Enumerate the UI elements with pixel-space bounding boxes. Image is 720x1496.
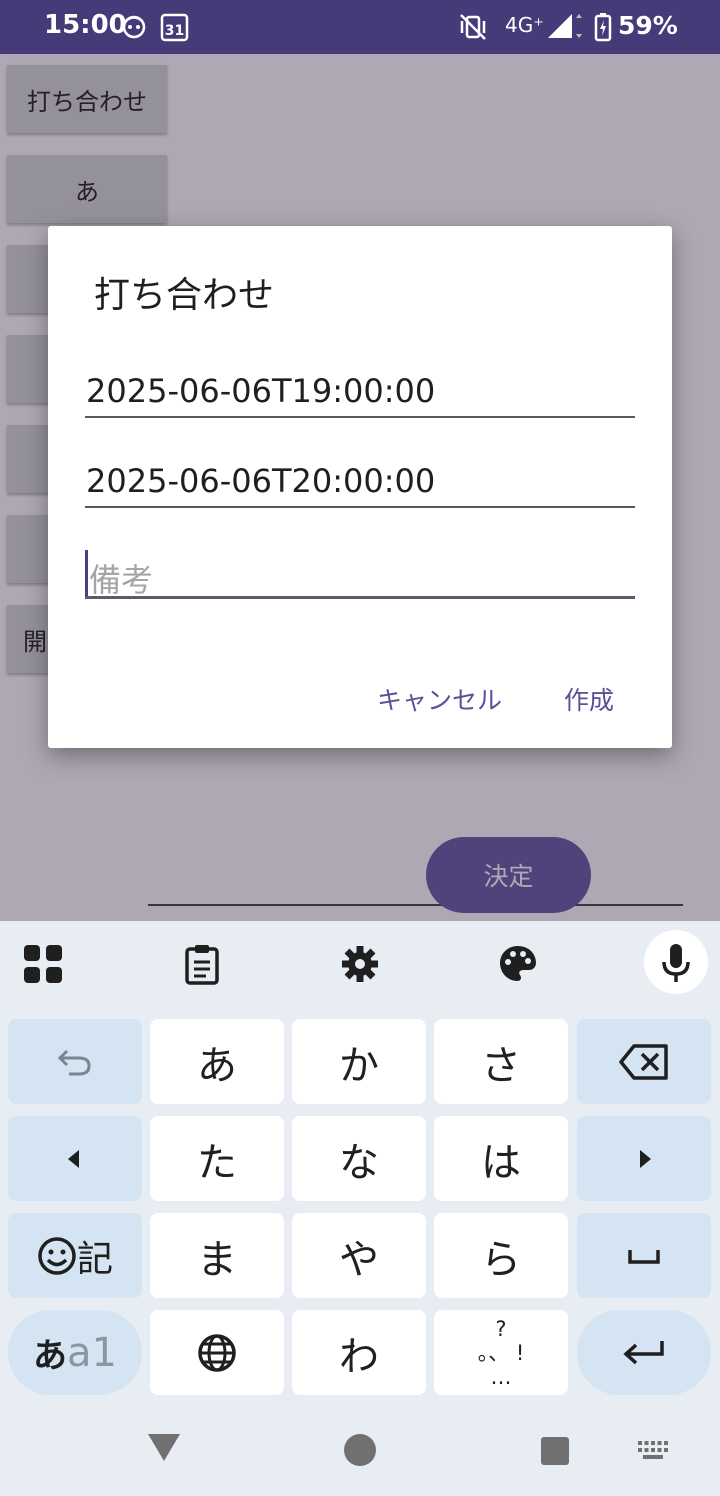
calendar-day: 31	[165, 23, 184, 39]
backspace-key[interactable]	[577, 1019, 711, 1104]
globe-icon	[198, 1333, 236, 1372]
arrow-left-icon	[68, 1149, 79, 1168]
enter-key[interactable]	[577, 1310, 711, 1395]
note-field[interactable]: 備考	[85, 544, 635, 599]
back-nav-icon[interactable]	[146, 1431, 182, 1467]
undo-icon	[57, 1049, 91, 1075]
backspace-icon	[619, 1043, 668, 1080]
home-nav-icon[interactable]	[343, 1433, 377, 1471]
calendar-icon: 31	[160, 12, 190, 46]
create-event-dialog: 打ち合わせ 2025-06-06T19:00:00 2025-06-06T20:…	[48, 226, 672, 748]
punct-question: ?	[495, 1316, 507, 1341]
voice-input-button[interactable]	[644, 930, 708, 994]
key-ma[interactable]: ま	[150, 1213, 284, 1298]
network-type: 4G⁺	[505, 13, 544, 37]
mode-kana: あ	[33, 1336, 68, 1376]
punct-marks: 。、 !	[477, 1340, 525, 1365]
end-datetime-field[interactable]: 2025-06-06T20:00:00	[85, 454, 635, 508]
key-wa[interactable]: わ	[292, 1310, 426, 1395]
clock: 15:00	[44, 10, 127, 40]
cancel-button[interactable]: キャンセル	[377, 681, 502, 717]
punct-ellipsis: …	[490, 1364, 512, 1389]
cursor-left-key[interactable]	[8, 1116, 142, 1201]
start-datetime-value: 2025-06-06T19:00:00	[86, 372, 436, 410]
key-ya[interactable]: や	[292, 1213, 426, 1298]
key-a[interactable]: あ	[150, 1019, 284, 1104]
symbol-label: 記	[76, 1238, 113, 1280]
theme-palette-icon[interactable]	[497, 943, 539, 985]
battery-charging-icon	[594, 12, 612, 46]
status-bar: 15:00 31 4G⁺ 59%	[0, 0, 720, 54]
clipboard-icon[interactable]	[182, 943, 224, 985]
emoji-symbol-key[interactable]: 記	[8, 1213, 142, 1298]
key-ha[interactable]: は	[434, 1116, 568, 1201]
language-key[interactable]	[150, 1310, 284, 1395]
cursor-right-key[interactable]	[577, 1116, 711, 1201]
space-icon	[628, 1249, 660, 1264]
vibrate-off-icon	[458, 12, 488, 46]
apps-grid-icon[interactable]	[22, 943, 64, 985]
recents-nav-icon[interactable]	[540, 1436, 570, 1470]
note-placeholder: 備考	[89, 561, 154, 599]
battery-percent: 59%	[618, 11, 678, 40]
key-sa[interactable]: さ	[434, 1019, 568, 1104]
keyboard-switch-icon[interactable]	[638, 1441, 668, 1465]
emoji-icon	[38, 1236, 76, 1275]
end-datetime-value: 2025-06-06T20:00:00	[86, 462, 436, 500]
start-datetime-field[interactable]: 2025-06-06T19:00:00	[85, 364, 635, 418]
key-ta[interactable]: た	[150, 1116, 284, 1201]
undo-key[interactable]	[8, 1019, 142, 1104]
settings-gear-icon[interactable]	[339, 943, 381, 985]
punctuation-key[interactable]: ? 。、 ! …	[434, 1310, 568, 1395]
dialog-title: 打ち合わせ	[94, 275, 275, 316]
text-cursor	[85, 550, 88, 596]
arrow-right-icon	[640, 1149, 651, 1168]
enter-icon	[623, 1340, 664, 1364]
create-button[interactable]: 作成	[564, 681, 614, 717]
app-notification-icon	[121, 12, 147, 44]
key-ka[interactable]: か	[292, 1019, 426, 1104]
signal-icon	[546, 12, 582, 44]
key-na[interactable]: な	[292, 1116, 426, 1201]
input-mode-key[interactable]: あ a1	[8, 1310, 142, 1395]
microphone-icon	[662, 944, 690, 982]
mode-alpha: a1	[67, 1329, 117, 1376]
key-ra[interactable]: ら	[434, 1213, 568, 1298]
space-key[interactable]	[577, 1213, 711, 1298]
soft-keyboard: あ か さ た な は 記 ま や ら あ a1 わ ? 。、 ! …	[0, 921, 720, 1496]
